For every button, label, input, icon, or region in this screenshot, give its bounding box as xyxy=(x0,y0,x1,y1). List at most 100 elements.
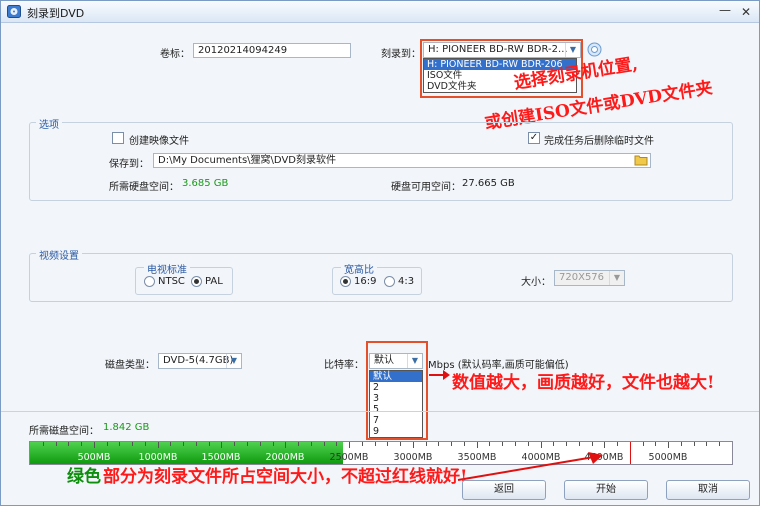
scale-tick xyxy=(349,442,350,448)
bitrate-label: 比特率： xyxy=(324,360,364,371)
aspect-4-3-radio[interactable] xyxy=(384,276,395,287)
main-window: 刻录到DVD — ✕ 卷标： 20120214094249 刻录到： H: PI… xyxy=(0,0,760,506)
chevron-down-icon: ▼ xyxy=(226,354,241,368)
pal-radio[interactable] xyxy=(191,276,202,287)
scale-tick xyxy=(375,442,376,446)
scale-tick xyxy=(528,442,529,446)
chevron-down-icon: ▼ xyxy=(609,271,624,285)
disk-usage-value: 1.842 GB xyxy=(103,422,150,433)
scale-tick xyxy=(336,442,337,446)
scale-tick xyxy=(515,442,516,446)
bitrate-highlight xyxy=(366,341,428,440)
pal-label: PAL xyxy=(205,276,223,287)
scale-tick xyxy=(311,442,312,446)
create-image-checkbox[interactable] xyxy=(112,132,124,144)
scale-tick xyxy=(489,442,490,446)
options-group-title: 选项 xyxy=(36,116,62,131)
disk-usage-label: 所需磁盘空间： xyxy=(29,426,99,437)
aspect-16-9-label: 16:9 xyxy=(354,276,377,287)
scale-tick xyxy=(477,442,478,448)
title-bar: 刻录到DVD — ✕ xyxy=(1,1,759,23)
disc-type-select[interactable]: DVD-5(4.7GB) ▼ xyxy=(158,353,242,369)
scale-tick xyxy=(400,442,401,446)
volume-input[interactable]: 20120214094249 xyxy=(193,43,351,58)
folder-icon[interactable] xyxy=(634,154,648,166)
aspect-4-3-label: 4:3 xyxy=(398,276,415,287)
scale-tick xyxy=(68,442,69,446)
scale-tick xyxy=(464,442,465,446)
scale-tick xyxy=(196,442,197,446)
scale-tick xyxy=(502,442,503,446)
video-settings-title: 视频设置 xyxy=(36,247,82,262)
scale-tick xyxy=(438,442,439,446)
scale-tick xyxy=(94,442,95,448)
size-value: 720X576 xyxy=(559,272,605,283)
aspect-16-9-radio[interactable] xyxy=(340,276,351,287)
scale-tick xyxy=(362,442,363,446)
start-button[interactable]: 开始 xyxy=(564,480,648,500)
cancel-button[interactable]: 取消 xyxy=(666,480,750,500)
scale-tick xyxy=(553,442,554,446)
back-button[interactable]: 返回 xyxy=(462,480,546,500)
disc-type-label: 磁盘类型： xyxy=(105,360,155,371)
save-to-value: D:\My Documents\狸窝\DVD刻录软件 xyxy=(158,155,336,166)
save-to-label: 保存到： xyxy=(109,159,149,170)
divider xyxy=(1,411,759,412)
scale-tick xyxy=(247,442,248,446)
required-space-value: 3.685 GB xyxy=(182,178,229,189)
scale-tick xyxy=(566,442,567,446)
arrow-to-redline-icon xyxy=(457,452,603,481)
scale-tick xyxy=(273,442,274,446)
scale-tick xyxy=(643,442,644,446)
scale-tick xyxy=(413,442,414,448)
scale-tick xyxy=(209,442,210,446)
scale-tick xyxy=(617,442,618,446)
scale-tick xyxy=(170,442,171,446)
scale-tick xyxy=(132,442,133,446)
minimize-button[interactable]: — xyxy=(717,4,733,20)
volume-label: 卷标： xyxy=(160,49,190,60)
scale-tick xyxy=(541,442,542,448)
scale-tick xyxy=(183,442,184,446)
scale-tick xyxy=(387,442,388,446)
disc-type-value: DVD-5(4.7GB) xyxy=(163,355,234,366)
scale-tick xyxy=(221,442,222,448)
delete-temp-checkbox[interactable]: ✓ xyxy=(528,132,540,144)
arrow-right-icon xyxy=(429,370,450,380)
scale-label: 5000MB xyxy=(648,452,688,463)
ntsc-radio[interactable] xyxy=(144,276,155,287)
window-title: 刻录到DVD xyxy=(27,7,85,20)
scale-tick xyxy=(681,442,682,446)
available-space-value: 27.665 GB xyxy=(462,178,515,189)
scale-tick xyxy=(285,442,286,448)
burn-to-label: 刻录到： xyxy=(381,49,421,60)
scale-tick xyxy=(655,442,656,446)
scale-tick xyxy=(145,442,146,446)
scale-tick xyxy=(324,442,325,446)
capacity-limit-line xyxy=(630,442,631,464)
annotation-bitrate: 数值越大，画质越好，文件也越大! xyxy=(452,373,715,393)
aspect-ratio-title: 宽高比 xyxy=(341,261,377,276)
scale-tick xyxy=(706,442,707,446)
scale-tick xyxy=(119,442,120,446)
scale-tick xyxy=(668,442,669,448)
tv-standard-title: 电视标准 xyxy=(144,261,190,276)
size-select: 720X576 ▼ xyxy=(554,270,625,286)
scale-tick xyxy=(298,442,299,446)
scale-tick xyxy=(234,442,235,446)
close-button[interactable]: ✕ xyxy=(738,4,754,20)
scale-tick xyxy=(56,442,57,446)
size-label: 大小： xyxy=(521,277,551,288)
annotation-bar-note: 部分为刻录文件所占空间大小，不超过红线就好! xyxy=(103,467,468,487)
scale-tick xyxy=(694,442,695,446)
delete-temp-label: 完成任务后删除临时文件 xyxy=(544,136,654,147)
scale-tick xyxy=(260,442,261,446)
required-space-label: 所需硬盘空间： xyxy=(109,182,179,193)
available-space-label: 硬盘可用空间： xyxy=(391,182,461,193)
dvd-app-icon xyxy=(7,5,21,18)
scale-tick xyxy=(592,442,593,446)
save-to-input[interactable]: D:\My Documents\狸窝\DVD刻录软件 xyxy=(153,153,651,168)
scale-tick xyxy=(107,442,108,446)
scale-tick xyxy=(426,442,427,446)
annotation-green-word: 绿色 xyxy=(67,467,101,487)
